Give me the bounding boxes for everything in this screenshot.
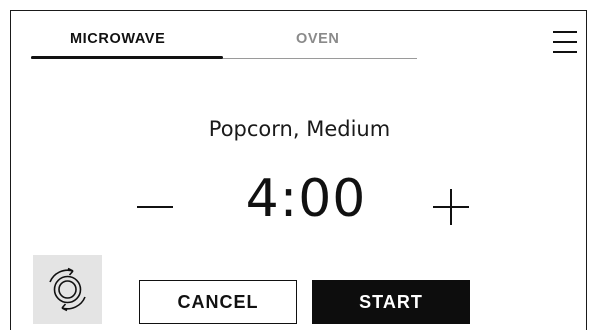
tab-microwave[interactable]: MICROWAVE [70, 31, 165, 47]
start-button[interactable]: START [312, 280, 470, 324]
decrease-time-button[interactable] [135, 187, 175, 227]
active-tab-indicator [31, 56, 223, 59]
microwave-control-panel: MICROWAVE OVEN Popcorn, Medium 4:00 CANC… [10, 10, 587, 330]
turntable-button[interactable] [33, 255, 102, 324]
plus-icon [433, 189, 469, 225]
minus-icon [137, 206, 173, 208]
mode-tabs: MICROWAVE OVEN [31, 27, 417, 61]
increase-time-button[interactable] [431, 187, 471, 227]
turntable-rotate-icon [49, 267, 86, 312]
hamburger-menu-icon[interactable] [552, 29, 578, 55]
tab-oven[interactable]: OVEN [296, 31, 340, 47]
cancel-button[interactable]: CANCEL [139, 280, 297, 324]
timer-display: 4:00 [245, 169, 367, 229]
program-name: Popcorn, Medium [208, 117, 391, 141]
